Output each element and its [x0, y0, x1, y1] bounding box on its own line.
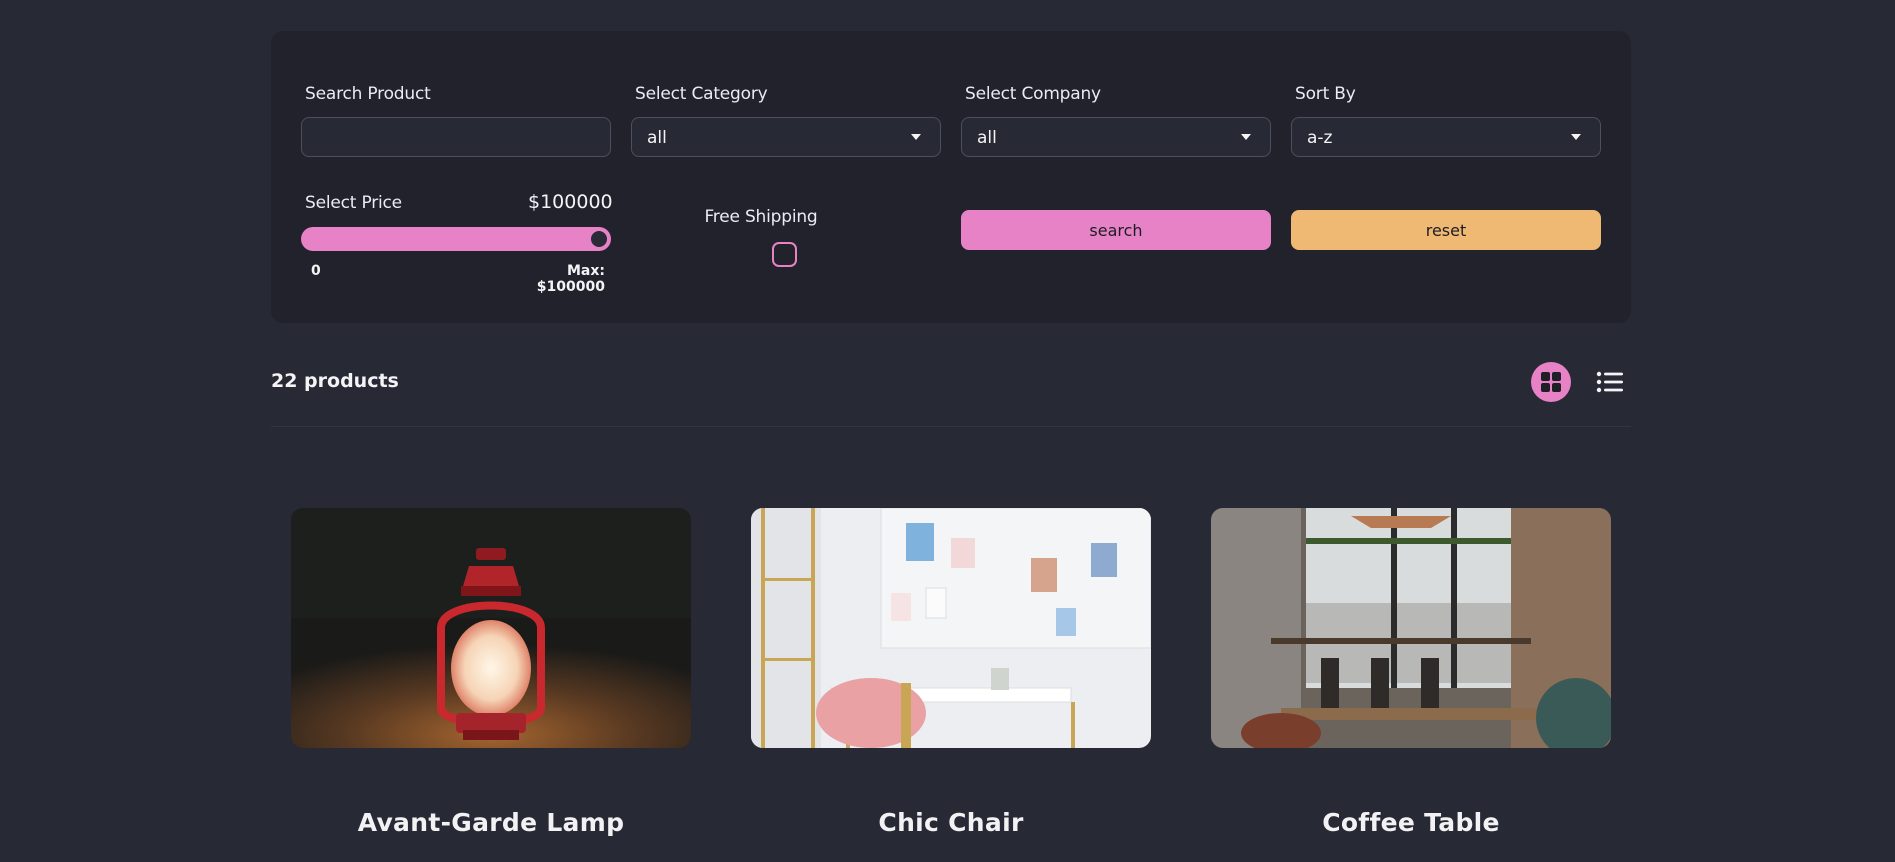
- search-input[interactable]: [301, 117, 611, 157]
- company-select[interactable]: all: [961, 117, 1271, 157]
- pink-chair-desk-photo: [751, 508, 1151, 748]
- price-value: $100000: [528, 191, 613, 213]
- product-title: Avant-Garde Lamp: [357, 808, 625, 837]
- red-lantern-photo: [291, 508, 691, 748]
- product-title: Chic Chair: [878, 808, 1024, 837]
- chevron-down-icon: [911, 134, 921, 140]
- product-card[interactable]: Coffee Table: [1191, 490, 1631, 862]
- search-label: Search Product: [305, 84, 431, 104]
- category-select-value: all: [647, 128, 667, 148]
- price-min-label: 0: [311, 263, 321, 279]
- filters-panel: Search Product Select Category all Selec…: [271, 31, 1631, 323]
- product-card[interactable]: Avant-Garde Lamp: [271, 490, 711, 862]
- product-image: [751, 508, 1151, 748]
- cafe-interior-photo: [1211, 508, 1611, 748]
- company-label: Select Company: [965, 84, 1101, 104]
- grid-icon: [1541, 372, 1561, 392]
- product-card[interactable]: Chic Chair: [731, 490, 1171, 862]
- grid-view-button[interactable]: [1531, 362, 1571, 402]
- category-label: Select Category: [635, 84, 768, 104]
- product-title: Coffee Table: [1322, 808, 1500, 837]
- list-icon: [1596, 371, 1623, 393]
- price-slider[interactable]: [301, 227, 611, 251]
- price-max-label: Max: $100000: [536, 263, 605, 295]
- product-image: [1211, 508, 1611, 748]
- products-count: 22 products: [271, 370, 399, 392]
- page: Search Product Select Category all Selec…: [0, 0, 1895, 862]
- search-button[interactable]: search: [961, 210, 1271, 250]
- reset-button[interactable]: reset: [1291, 210, 1601, 250]
- free-shipping-checkbox[interactable]: [772, 242, 797, 267]
- category-select[interactable]: all: [631, 117, 941, 157]
- list-view-button[interactable]: [1596, 370, 1624, 394]
- sort-select-value: a-z: [1307, 128, 1333, 148]
- chevron-down-icon: [1571, 134, 1581, 140]
- company-select-value: all: [977, 128, 997, 148]
- price-slider-handle[interactable]: [588, 228, 610, 250]
- free-shipping-label: Free Shipping: [704, 207, 818, 227]
- price-label: Select Price: [305, 193, 402, 213]
- divider: [271, 426, 1631, 427]
- chevron-down-icon: [1241, 134, 1251, 140]
- sort-select[interactable]: a-z: [1291, 117, 1601, 157]
- product-image: [291, 508, 691, 748]
- sort-label: Sort By: [1295, 84, 1356, 104]
